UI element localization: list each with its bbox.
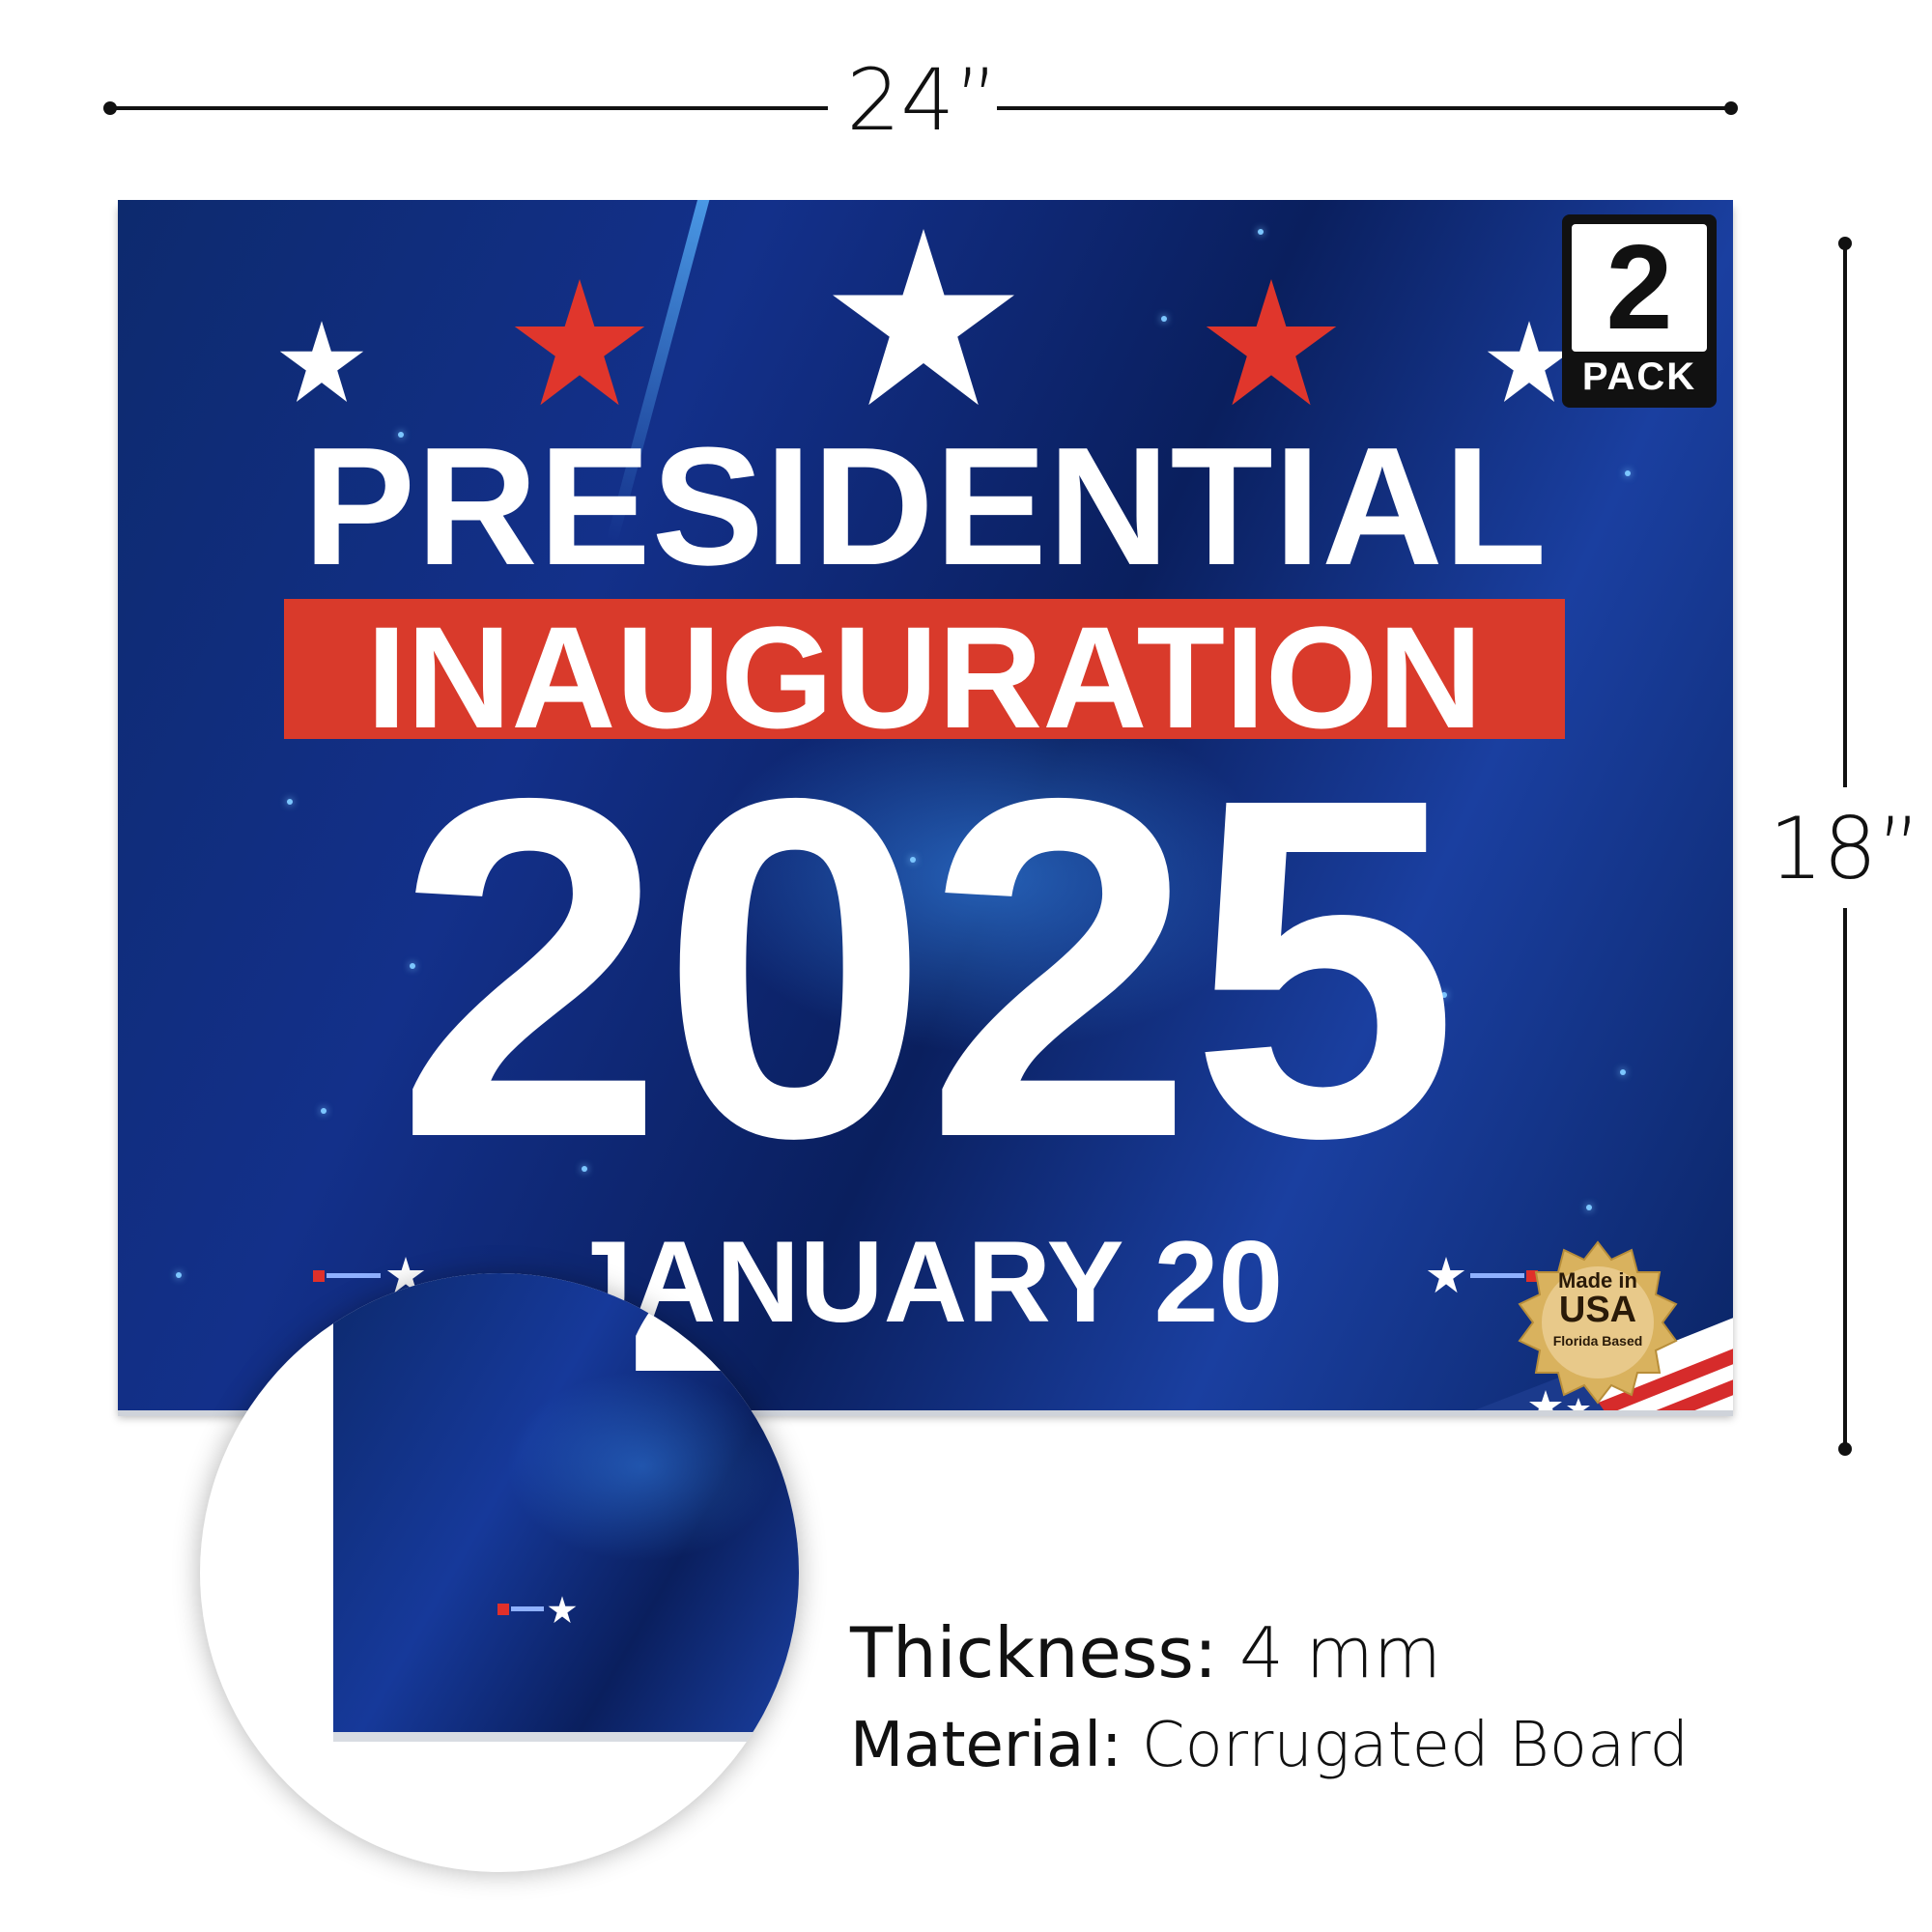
sign-year: 2025 [395,697,1459,1237]
height-line-bottom [1843,908,1847,1449]
seal-line-3: Florida Based [1552,1333,1643,1349]
zoom-digit: 2 [623,1273,799,1428]
spec-thickness-value: 4 mm [1239,1612,1441,1693]
seal-line-1: Made in [1558,1268,1637,1293]
zoom-small-star-icon [548,1596,577,1624]
width-line-endpoint-right [1724,101,1738,115]
zoom-decorative-dash [497,1604,544,1615]
height-line-endpoint-bottom [1838,1442,1852,1456]
white-star-icon [1487,321,1572,402]
spec-material-value: Corrugated Board [1141,1710,1690,1781]
red-star-icon [1206,279,1337,406]
height-line-top [1843,242,1847,787]
pack-label: PACK [1581,355,1697,398]
height-line-endpoint-top [1838,237,1852,250]
width-line-left [108,106,828,110]
yard-sign: 2 PACK PRESIDENTIAL INAUGURATION 2025 JA… [118,200,1733,1410]
width-label: 24” [846,50,999,150]
spec-thickness: Thickness: 4 mm [850,1618,1441,1688]
spec-material-key: Material: [850,1710,1122,1781]
spec-thickness-key: Thickness: [850,1612,1218,1693]
width-line-endpoint-left [103,101,117,115]
zoom-sign-corner: 2 JA [333,1273,799,1732]
height-label: 18” [1769,799,1921,898]
seal-line-2: USA [1558,1290,1637,1330]
pack-number: 2 [1605,221,1673,355]
width-line-right [997,106,1731,110]
two-pack-badge: 2 PACK [1562,214,1717,408]
sparkle [1161,316,1167,322]
spec-material: Material: Corrugated Board [850,1715,1689,1776]
sparkle [1258,229,1264,235]
pack-number-box: 2 [1572,224,1707,352]
seal-text: Made in USA Florida Based [1528,1268,1667,1349]
white-star-icon [833,229,1014,406]
thickness-zoom-detail: 2 JA [200,1273,799,1872]
white-star-icon [279,321,364,402]
red-star-icon [514,279,645,406]
sign-title-presidential: PRESIDENTIAL [302,412,1548,600]
